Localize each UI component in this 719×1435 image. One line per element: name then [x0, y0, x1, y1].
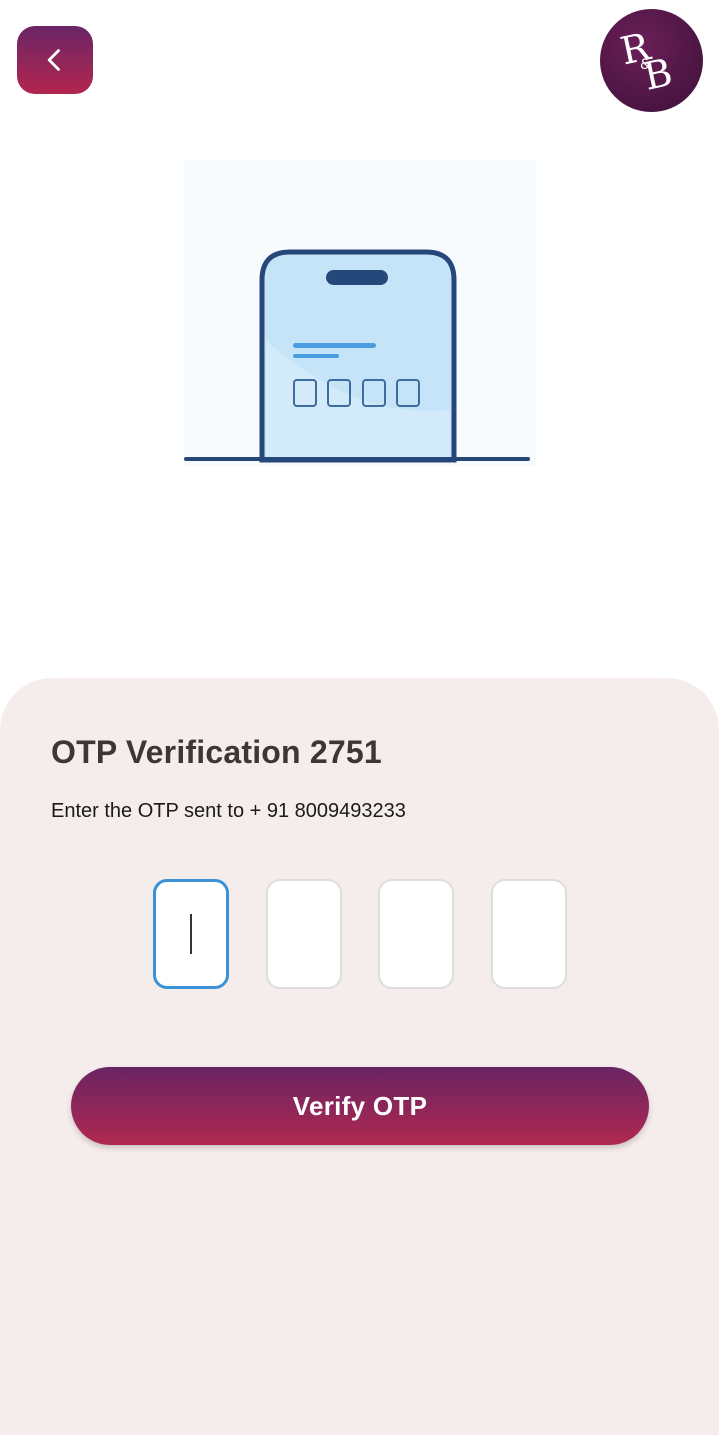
otp-digit-2-input[interactable]: [266, 879, 342, 989]
otp-digit-4-input[interactable]: [491, 879, 567, 989]
svg-text:&: &: [640, 57, 651, 73]
chevron-left-icon: [47, 49, 60, 71]
otp-digit-1-input[interactable]: [153, 879, 229, 989]
phone-number-prompt: Enter the OTP sent to + 91 8009493233: [51, 800, 406, 822]
verify-otp-button[interactable]: Verify OTP: [71, 1067, 649, 1145]
otp-digit-3-input[interactable]: [378, 879, 454, 989]
page-title: OTP Verification 2751: [51, 734, 382, 770]
verify-otp-label: Verify OTP: [292, 1090, 428, 1121]
otp-panel: [0, 678, 719, 1435]
brand-logo: R B &: [600, 9, 703, 112]
text-cursor: [190, 914, 192, 954]
phone-otp-illustration: [184, 160, 536, 465]
back-button[interactable]: [17, 26, 93, 94]
otp-screen: R B & OTP Verification 2751 Enter the OT…: [0, 0, 719, 1435]
